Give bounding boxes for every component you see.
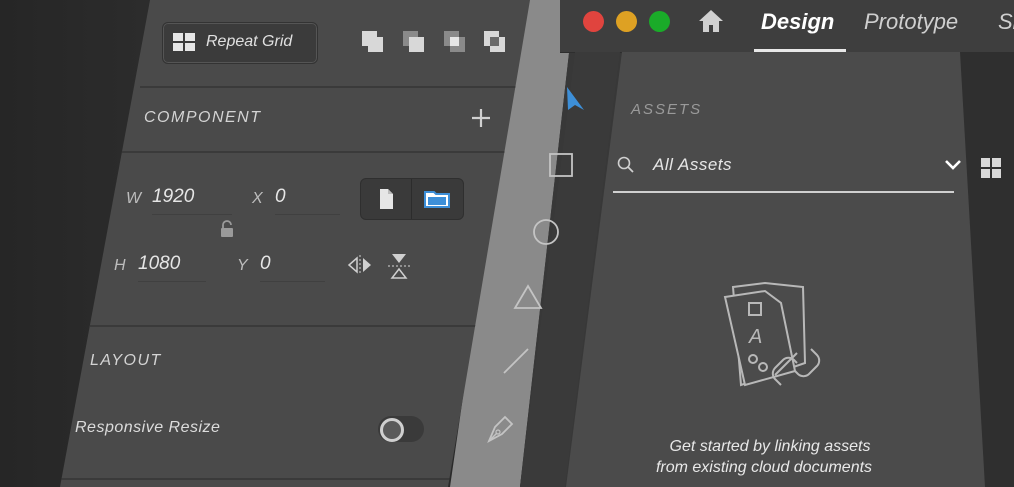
boolean-exclude-icon[interactable] [482, 29, 508, 55]
folder-icon [424, 191, 450, 208]
divider [140, 86, 530, 88]
select-tool-icon[interactable] [564, 86, 586, 112]
y-input[interactable]: 0 [260, 251, 325, 282]
component-section-title: COMPONENT [144, 109, 262, 126]
empty-state-line-1: Get started by linking assets [669, 438, 871, 455]
divider [60, 478, 460, 480]
rectangle-tool-icon[interactable] [548, 152, 574, 178]
tab-prototype[interactable]: Prototype [864, 9, 958, 35]
line-tool-icon[interactable] [501, 346, 531, 376]
minimize-window-button[interactable] [616, 11, 637, 32]
height-label: H [114, 257, 126, 274]
maximize-window-button[interactable] [649, 11, 670, 32]
flip-horizontal-icon[interactable] [347, 254, 373, 276]
component-state-toggle [360, 178, 464, 220]
asset-filter-input[interactable]: All Assets [653, 155, 732, 175]
layout-section-title: LAYOUT [90, 352, 162, 369]
search-icon [617, 156, 634, 173]
x-input[interactable]: 0 [275, 184, 340, 215]
empty-state-line-2: from existing cloud documents [655, 459, 873, 476]
divider [90, 325, 510, 327]
height-input[interactable]: 1080 [138, 251, 206, 282]
instance-button[interactable] [412, 179, 462, 219]
boolean-add-icon[interactable] [360, 29, 386, 55]
chevron-down-icon[interactable] [944, 158, 962, 172]
home-icon[interactable] [697, 8, 725, 34]
tab-share[interactable]: Sh [998, 9, 1014, 35]
repeat-grid-label: Repeat Grid [206, 33, 293, 50]
close-window-button[interactable] [583, 11, 604, 32]
search-underline [613, 191, 954, 193]
main-component-button[interactable] [361, 179, 411, 219]
lock-aspect-icon[interactable] [220, 220, 234, 238]
repeat-grid-button[interactable]: Repeat Grid [162, 22, 318, 64]
pen-tool-icon[interactable] [486, 412, 516, 444]
active-tab-indicator [754, 49, 846, 52]
polygon-tool-icon[interactable] [513, 283, 543, 311]
svg-text:A: A [748, 326, 762, 348]
grid-view-icon[interactable] [980, 157, 1002, 179]
tab-design[interactable]: Design [761, 9, 834, 35]
responsive-resize-label: Responsive Resize [75, 419, 221, 436]
toggle-knob [380, 418, 404, 442]
assets-title: ASSETS [631, 101, 703, 118]
empty-state-message: Get started by linking assets from exist… [600, 436, 900, 478]
boolean-intersect-icon[interactable] [442, 29, 468, 55]
ellipse-tool-icon[interactable] [531, 217, 561, 247]
x-label: X [252, 190, 263, 207]
repeat-grid-icon [173, 33, 195, 51]
y-label: Y [237, 257, 248, 274]
linked-assets-illustration-icon: A [723, 281, 821, 387]
responsive-resize-toggle[interactable] [378, 416, 424, 442]
document-icon [380, 189, 393, 209]
add-component-icon[interactable] [470, 107, 492, 129]
flip-vertical-icon[interactable] [387, 252, 411, 280]
boolean-subtract-icon[interactable] [401, 29, 427, 55]
width-label: W [126, 190, 142, 207]
width-input[interactable]: 1920 [152, 184, 232, 215]
divider [118, 151, 518, 153]
